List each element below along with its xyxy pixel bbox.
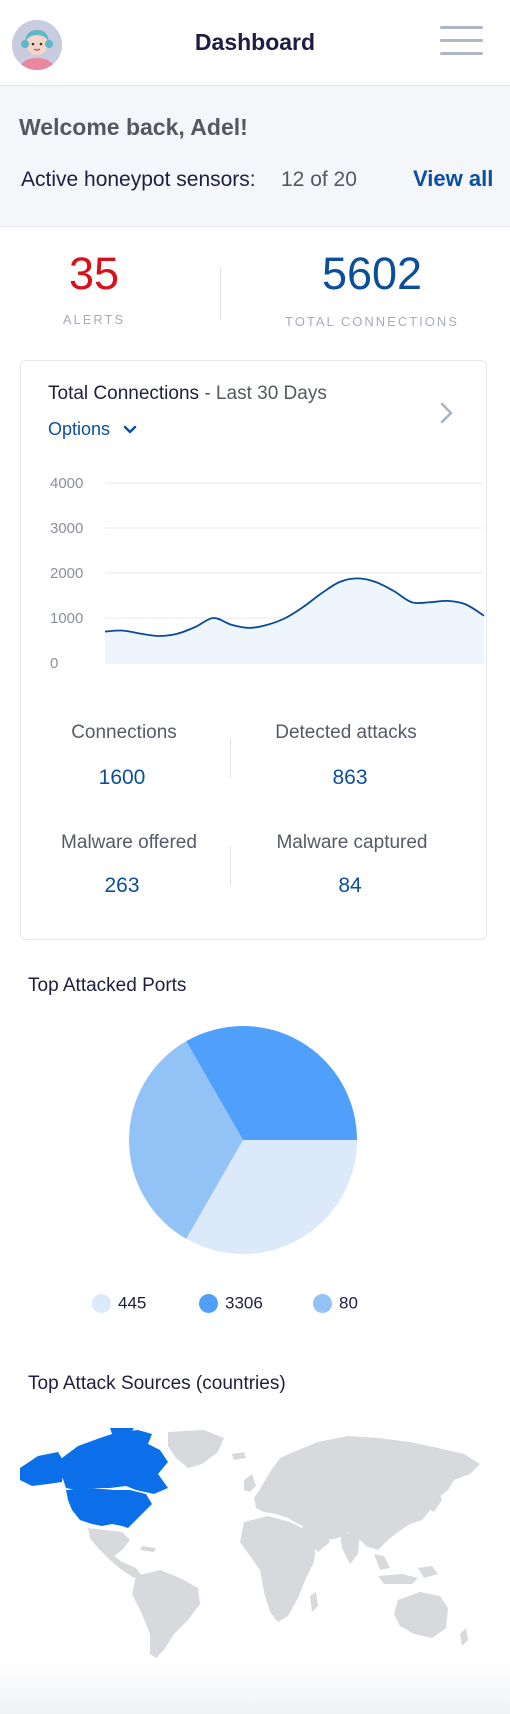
sources-section-title: Top Attack Sources (countries) [28,1373,286,1394]
map-highlight-north-america [20,1428,168,1528]
legend-item-445[interactable]: 445 [92,1293,147,1314]
bottom-fade [0,1660,510,1714]
legend-swatch [199,1294,218,1314]
ports-pie-chart [128,1026,357,1255]
legend-item-3306[interactable]: 3306 [199,1293,263,1314]
legend-label: 80 [339,1293,358,1313]
legend-item-80[interactable]: 80 [313,1293,358,1314]
world-map [20,1428,480,1658]
legend-label: 445 [118,1293,147,1313]
legend-label: 3306 [225,1293,263,1313]
legend-swatch [313,1294,332,1314]
legend-swatch [92,1294,111,1314]
